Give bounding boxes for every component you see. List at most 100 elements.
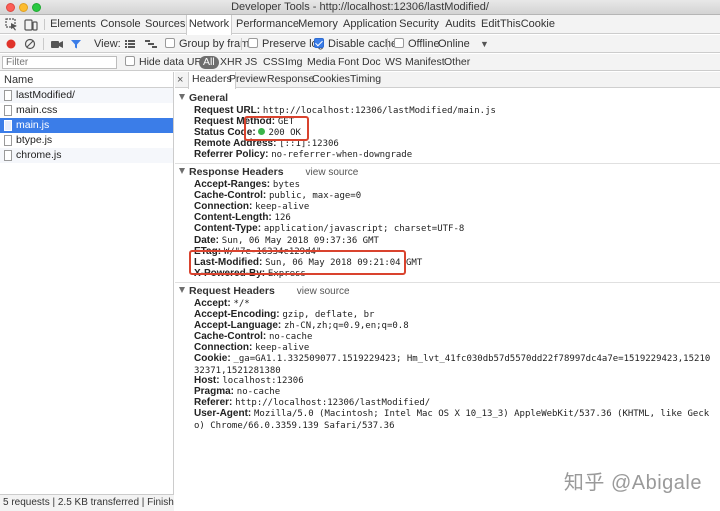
filter-type-xhr[interactable]: XHR bbox=[218, 56, 244, 69]
header-key: Connection: bbox=[194, 201, 253, 212]
header-key: Cache-Control: bbox=[194, 190, 267, 201]
header-value: application/javascript; charset=UTF-8 bbox=[263, 224, 465, 234]
filter-type-media[interactable]: Media bbox=[305, 56, 338, 69]
toolbar-divider bbox=[241, 38, 242, 50]
header-value: W/"7e-16334c129d4" bbox=[223, 247, 322, 257]
window-titlebar: Developer Tools - http://localhost:12306… bbox=[0, 0, 720, 15]
header-value: [::1]:12306 bbox=[279, 139, 339, 149]
tab-editthiscookie[interactable]: EditThisCookie bbox=[481, 15, 555, 34]
tab-audits[interactable]: Audits bbox=[444, 15, 477, 34]
tab-preview[interactable]: Preview bbox=[226, 72, 269, 88]
triangle-down-icon bbox=[179, 287, 185, 293]
filter-type-js[interactable]: JS bbox=[243, 56, 259, 69]
request-name: btype.js bbox=[16, 134, 53, 146]
request-headers-title: Request Headers bbox=[189, 285, 275, 297]
tab-application[interactable]: Application bbox=[343, 15, 397, 34]
header-value: localhost:12306 bbox=[222, 376, 304, 386]
checkbox-unchecked[interactable] bbox=[165, 38, 175, 48]
filter-type-font[interactable]: Font bbox=[336, 56, 361, 69]
header-value: public, max-age=0 bbox=[269, 191, 362, 201]
request-row-btype-js[interactable]: btype.js bbox=[0, 133, 173, 148]
header-value: keep-alive bbox=[255, 202, 310, 212]
throttling-select[interactable]: Online bbox=[438, 38, 470, 50]
header-key: Accept-Language: bbox=[194, 320, 282, 331]
header-row-user-agent: User-Agent: Mozilla/5.0 (Macintosh; Inte… bbox=[194, 408, 714, 432]
name-column-header[interactable]: Name bbox=[0, 72, 173, 88]
checkbox-unchecked[interactable] bbox=[248, 38, 258, 48]
response-headers-section-header[interactable]: Response Headers view source bbox=[179, 166, 358, 179]
tab-performance[interactable]: Performance bbox=[236, 15, 299, 34]
header-row-cookie: Cookie: _ga=GA1.1.332509077.1519229423; … bbox=[194, 353, 714, 377]
header-value: _ga=GA1.1.332509077.1519229423; Hm_lvt_4… bbox=[194, 354, 711, 376]
tab-security[interactable]: Security bbox=[399, 15, 439, 34]
filter-icon[interactable] bbox=[70, 38, 82, 50]
tab-network[interactable]: Network bbox=[186, 15, 232, 35]
device-toolbar-icon[interactable] bbox=[24, 18, 38, 31]
chevron-down-icon[interactable]: ▼ bbox=[480, 38, 489, 50]
close-detail-icon[interactable]: × bbox=[177, 73, 183, 87]
filter-type-all[interactable]: All bbox=[199, 56, 219, 69]
preserve-log-checkbox[interactable]: Preserve log bbox=[248, 38, 324, 50]
header-key: Content-Length: bbox=[194, 212, 272, 223]
request-row-lastmodified[interactable]: lastModified/ bbox=[0, 88, 173, 103]
filter-type-other[interactable]: Other bbox=[442, 56, 472, 69]
response-view-source-link[interactable]: view source bbox=[306, 167, 359, 178]
request-headers-section-header[interactable]: Request Headers view source bbox=[179, 285, 350, 298]
inspect-element-icon[interactable] bbox=[5, 18, 19, 31]
header-value: zh-CN,zh;q=0.9,en;q=0.8 bbox=[284, 321, 409, 331]
triangle-down-icon bbox=[179, 168, 185, 174]
capture-screenshots-icon[interactable] bbox=[50, 38, 64, 50]
request-row-main-js[interactable]: main.js bbox=[0, 118, 173, 133]
header-value: no-referrer-when-downgrade bbox=[271, 150, 413, 160]
document-icon bbox=[4, 120, 12, 131]
header-key: Request URL: bbox=[194, 105, 261, 116]
tab-sources[interactable]: Sources bbox=[145, 15, 185, 34]
document-icon bbox=[4, 105, 12, 116]
filter-type-manifest[interactable]: Manifest bbox=[403, 56, 447, 69]
header-key: ETag: bbox=[194, 246, 222, 257]
header-key: Referer: bbox=[194, 397, 233, 408]
offline-checkbox[interactable]: Offline bbox=[394, 38, 440, 50]
header-key: Cookie: bbox=[194, 353, 231, 364]
filter-type-doc[interactable]: Doc bbox=[360, 56, 383, 69]
request-row-main-css[interactable]: main.css bbox=[0, 103, 173, 118]
clear-icon[interactable] bbox=[24, 38, 36, 50]
header-value: */* bbox=[233, 299, 250, 309]
checkbox-checked[interactable] bbox=[314, 38, 324, 48]
filter-type-ws[interactable]: WS bbox=[383, 56, 404, 69]
filter-type-img[interactable]: Img bbox=[283, 56, 305, 69]
header-value: no-cache bbox=[236, 387, 281, 397]
detail-tab-bar: × Headers Preview Response Cookies Timin… bbox=[175, 72, 720, 89]
header-key: X-Powered-By: bbox=[194, 268, 266, 279]
header-key: Accept-Encoding: bbox=[194, 309, 280, 320]
waterfall-overview-icon[interactable] bbox=[144, 39, 158, 49]
header-key: Date: bbox=[194, 235, 220, 246]
checkbox-unchecked[interactable] bbox=[394, 38, 404, 48]
filter-input[interactable] bbox=[2, 56, 117, 69]
disable-cache-checkbox[interactable]: Disable cache bbox=[314, 38, 397, 50]
document-icon bbox=[4, 150, 12, 161]
tab-elements[interactable]: Elements bbox=[50, 15, 96, 34]
view-label: View: bbox=[94, 38, 121, 50]
header-key: Accept: bbox=[194, 298, 231, 309]
header-value: bytes bbox=[272, 180, 301, 190]
header-value: GET bbox=[277, 117, 295, 127]
request-list-pane: Name lastModified/ main.css main.js btyp… bbox=[0, 72, 174, 511]
header-key: Referrer Policy: bbox=[194, 149, 269, 160]
tab-console[interactable]: Console bbox=[99, 15, 142, 34]
header-value: 126 bbox=[274, 213, 291, 223]
large-rows-icon[interactable] bbox=[124, 39, 136, 49]
throttling-value: Online bbox=[438, 38, 470, 50]
group-by-frame-label: Group by frame bbox=[179, 38, 256, 50]
tab-memory[interactable]: Memory bbox=[298, 15, 338, 34]
checkbox-unchecked[interactable] bbox=[125, 56, 135, 66]
tab-timing[interactable]: Timing bbox=[347, 72, 384, 88]
general-section-header[interactable]: General bbox=[179, 92, 228, 104]
network-summary-status: 5 requests | 2.5 KB transferred | Finish… bbox=[0, 494, 174, 511]
record-icon[interactable] bbox=[5, 38, 17, 50]
header-key: Content-Type: bbox=[194, 223, 262, 234]
request-view-source-link[interactable]: view source bbox=[297, 286, 350, 297]
header-key: Remote Address: bbox=[194, 138, 277, 149]
header-value: 200 OK bbox=[268, 128, 301, 138]
request-row-chrome-js[interactable]: chrome.js bbox=[0, 148, 173, 163]
